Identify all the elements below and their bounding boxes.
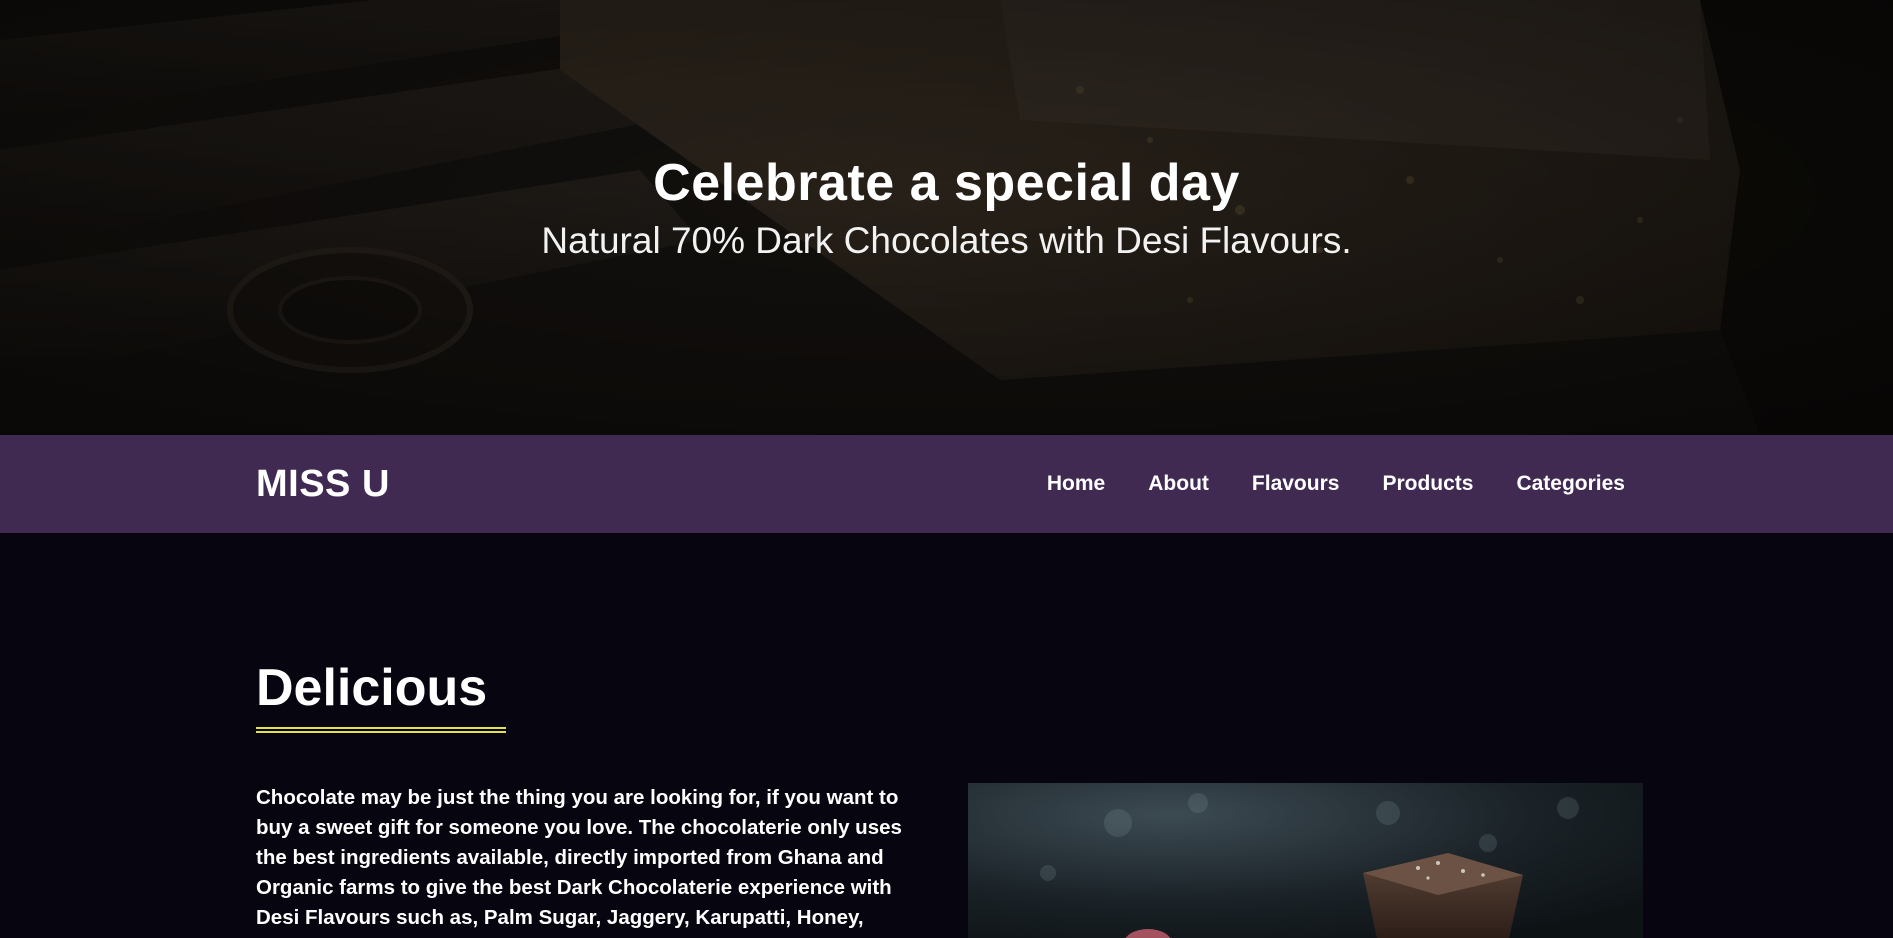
nav-link-about[interactable]: About	[1148, 470, 1209, 498]
section-body-text: Chocolate may be just the thing you are …	[256, 786, 902, 929]
hero-subtitle: Natural 70% Dark Chocolates with Desi Fl…	[541, 220, 1352, 261]
chocolate-product-image	[968, 783, 1643, 938]
delicious-section: Delicious Chocolate may be just the thin…	[0, 533, 1893, 938]
nav-link-products[interactable]: Products	[1382, 470, 1473, 498]
nav-link-categories[interactable]: Categories	[1516, 470, 1625, 498]
nav-link-home[interactable]: Home	[1047, 470, 1105, 498]
nav-links: Home About Flavours Products Categories	[1004, 470, 1625, 498]
title-underline	[256, 727, 506, 733]
hero-banner: Celebrate a special day Natural 70% Dark…	[0, 0, 1893, 435]
brand-logo[interactable]: MISS U	[256, 461, 390, 507]
hero-text: Celebrate a special day Natural 70% Dark…	[0, 150, 1893, 266]
navbar: MISS U Home About Flavours Products Cate…	[0, 435, 1893, 533]
nav-link-flavours[interactable]: Flavours	[1252, 470, 1340, 498]
section-title: Delicious	[256, 659, 488, 717]
hero-title: Celebrate a special day	[653, 154, 1240, 212]
